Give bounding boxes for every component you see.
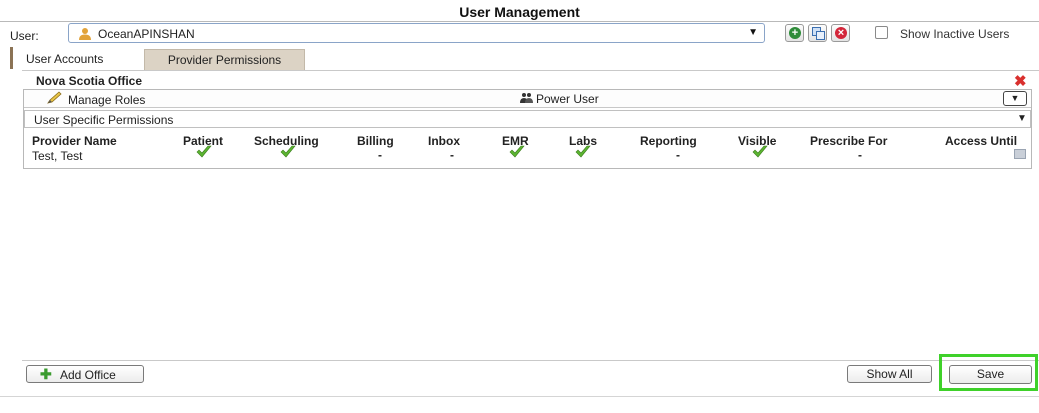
col-reporting: Reporting (640, 134, 697, 148)
user-select[interactable]: OceanAPINSHAN ▼ (68, 23, 765, 43)
tab-divider (22, 70, 1039, 71)
col-access-until: Access Until (945, 134, 1018, 148)
col-inbox: Inbox (428, 134, 460, 148)
add-user-button[interactable]: + (785, 24, 804, 42)
col-provider-name: Provider Name (32, 134, 117, 148)
visible-check-icon (752, 145, 768, 162)
billing-cell: - (378, 148, 382, 162)
patient-check-icon (196, 145, 212, 162)
pencil-icon (47, 91, 63, 108)
scheduling-check-icon (280, 145, 296, 162)
add-office-label: Add Office (60, 368, 116, 382)
provider-name-cell: Test, Test (32, 149, 83, 163)
footer-divider (22, 360, 1039, 361)
calendar-icon[interactable] (1014, 149, 1026, 159)
close-icon[interactable]: ✖ (1014, 72, 1027, 90)
add-user-icon: + (789, 27, 801, 39)
remove-user-button[interactable]: × (831, 24, 850, 42)
window-title: User Management (459, 4, 580, 20)
person-icon (78, 27, 92, 44)
show-all-button[interactable]: Show All (847, 365, 932, 383)
save-button[interactable]: Save (949, 365, 1032, 384)
remove-user-icon: × (835, 27, 847, 39)
chevron-down-icon: ▼ (748, 27, 758, 38)
emr-check-icon (509, 145, 525, 162)
reporting-cell: - (676, 148, 680, 162)
show-inactive-label: Show Inactive Users (900, 27, 1010, 41)
copy-user-icon (812, 27, 825, 43)
inbox-cell: - (450, 148, 454, 162)
group-icon (520, 92, 533, 107)
title-divider (0, 21, 1039, 22)
manage-roles-button[interactable]: Manage Roles (68, 93, 145, 107)
col-prescribe-for: Prescribe For (810, 134, 888, 148)
plus-icon: ✚ (40, 366, 52, 382)
prescribe-for-cell: - (858, 148, 862, 162)
role-dropdown-button[interactable]: ▼ (1003, 91, 1027, 106)
add-office-button[interactable]: ✚ Add Office (26, 365, 144, 383)
permissions-mode-select[interactable] (24, 110, 1031, 128)
office-name: Nova Scotia Office (36, 74, 143, 88)
tab-provider-permissions[interactable]: Provider Permissions (144, 49, 305, 70)
left-accent-bar (10, 47, 13, 69)
tab-user-accounts[interactable]: User Accounts (26, 52, 103, 66)
chevron-down-icon: ▼ (1017, 113, 1027, 124)
user-label: User: (10, 29, 39, 43)
show-inactive-checkbox[interactable] (875, 26, 888, 39)
copy-user-button[interactable] (808, 24, 827, 42)
labs-check-icon (575, 145, 591, 162)
chevron-down-icon: ▼ (1010, 93, 1020, 103)
bottom-divider (0, 396, 1039, 397)
permissions-mode-value: User Specific Permissions (34, 113, 174, 127)
role-value: Power User (536, 92, 599, 106)
selected-user-name: OceanAPINSHAN (98, 27, 195, 41)
col-billing: Billing (357, 134, 394, 148)
